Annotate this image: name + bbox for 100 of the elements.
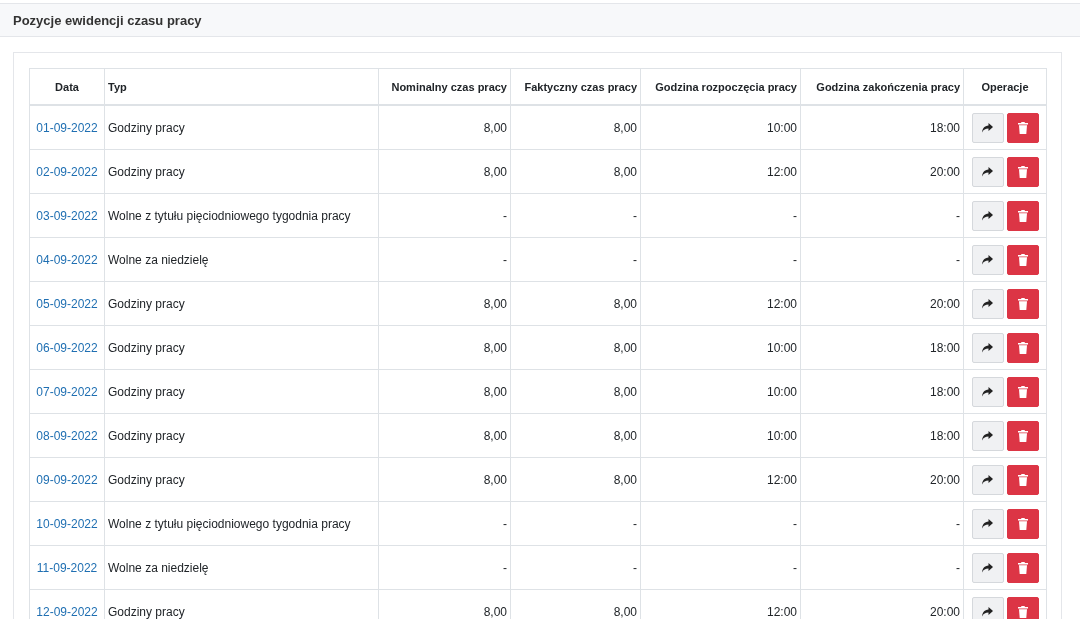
table-cell: - bbox=[510, 501, 641, 546]
table-cell: - bbox=[510, 193, 641, 238]
table-cell: 8,00 bbox=[378, 369, 511, 414]
table-cell: 8,00 bbox=[510, 325, 641, 370]
table-cell: 10:00 bbox=[640, 369, 801, 414]
trash-icon bbox=[1017, 253, 1028, 266]
forward-button[interactable] bbox=[971, 244, 1004, 275]
table-cell: 18:00 bbox=[800, 369, 964, 414]
column-header: Godzina rozpoczęcia pracy bbox=[640, 68, 801, 105]
share-arrow-icon bbox=[982, 298, 993, 309]
forward-button[interactable] bbox=[971, 596, 1004, 619]
share-arrow-icon bbox=[982, 122, 993, 133]
share-arrow-icon bbox=[982, 474, 993, 485]
forward-button[interactable] bbox=[971, 156, 1004, 187]
table-cell: - bbox=[378, 501, 511, 546]
date-link[interactable]: 05-09-2022 bbox=[29, 281, 105, 326]
delete-button[interactable] bbox=[1006, 288, 1039, 319]
share-arrow-icon bbox=[982, 430, 993, 441]
forward-button[interactable] bbox=[971, 420, 1004, 451]
table-cell: 8,00 bbox=[510, 457, 641, 502]
table-cell: Wolne za niedzielę bbox=[104, 237, 379, 282]
table-cell: 12:00 bbox=[640, 457, 801, 502]
delete-button[interactable] bbox=[1006, 552, 1039, 583]
table-cell: 8,00 bbox=[510, 149, 641, 194]
table-cell: Godziny pracy bbox=[104, 457, 379, 502]
table-cell: 18:00 bbox=[800, 105, 964, 150]
column-header: Nominalny czas pracy bbox=[378, 68, 511, 105]
delete-button[interactable] bbox=[1006, 376, 1039, 407]
table-cell: 8,00 bbox=[378, 413, 511, 458]
table-cell: Godziny pracy bbox=[104, 105, 379, 150]
table-cell: 8,00 bbox=[378, 149, 511, 194]
delete-button[interactable] bbox=[1006, 420, 1039, 451]
forward-button[interactable] bbox=[971, 376, 1004, 407]
trash-icon bbox=[1017, 165, 1028, 178]
share-arrow-icon bbox=[982, 166, 993, 177]
table-cell: Godziny pracy bbox=[104, 369, 379, 414]
table-cell: Godziny pracy bbox=[104, 325, 379, 370]
date-link[interactable]: 11-09-2022 bbox=[29, 545, 105, 590]
table-cell: 10:00 bbox=[640, 413, 801, 458]
table-cell: - bbox=[640, 501, 801, 546]
trash-icon bbox=[1017, 121, 1028, 134]
table-cell: 18:00 bbox=[800, 413, 964, 458]
forward-button[interactable] bbox=[971, 288, 1004, 319]
table-cell: - bbox=[640, 545, 801, 590]
table-cell: - bbox=[800, 193, 964, 238]
delete-button[interactable] bbox=[1006, 112, 1039, 143]
date-link[interactable]: 01-09-2022 bbox=[29, 105, 105, 150]
forward-button[interactable] bbox=[971, 332, 1004, 363]
trash-icon bbox=[1017, 561, 1028, 574]
table-cell: 8,00 bbox=[510, 281, 641, 326]
column-header: Faktyczny czas pracy bbox=[510, 68, 641, 105]
panel-title: Pozycje ewidencji czasu pracy bbox=[13, 12, 202, 28]
table-cell: Wolne za niedzielę bbox=[104, 545, 379, 590]
share-arrow-icon bbox=[982, 342, 993, 353]
date-link[interactable]: 08-09-2022 bbox=[29, 413, 105, 458]
table-cell: 20:00 bbox=[800, 457, 964, 502]
trash-icon bbox=[1017, 385, 1028, 398]
table-cell: 8,00 bbox=[378, 457, 511, 502]
delete-button[interactable] bbox=[1006, 200, 1039, 231]
date-link[interactable]: 12-09-2022 bbox=[29, 589, 105, 619]
delete-button[interactable] bbox=[1006, 508, 1039, 539]
column-header: Typ bbox=[104, 68, 379, 105]
delete-button[interactable] bbox=[1006, 244, 1039, 275]
date-link[interactable]: 04-09-2022 bbox=[29, 237, 105, 282]
trash-icon bbox=[1017, 429, 1028, 442]
delete-button[interactable] bbox=[1006, 596, 1039, 619]
date-link[interactable]: 03-09-2022 bbox=[29, 193, 105, 238]
table-cell: 20:00 bbox=[800, 149, 964, 194]
column-header: Operacje bbox=[963, 68, 1047, 105]
forward-button[interactable] bbox=[971, 464, 1004, 495]
table-cell: 12:00 bbox=[640, 281, 801, 326]
trash-icon bbox=[1017, 605, 1028, 618]
column-header: Godzina zakończenia pracy bbox=[800, 68, 964, 105]
forward-button[interactable] bbox=[971, 552, 1004, 583]
share-arrow-icon bbox=[982, 210, 993, 221]
forward-button[interactable] bbox=[971, 200, 1004, 231]
forward-button[interactable] bbox=[971, 508, 1004, 539]
delete-button[interactable] bbox=[1006, 156, 1039, 187]
table-cell: 10:00 bbox=[640, 105, 801, 150]
table-cell: 10:00 bbox=[640, 325, 801, 370]
date-link[interactable]: 09-09-2022 bbox=[29, 457, 105, 502]
delete-button[interactable] bbox=[1006, 464, 1039, 495]
date-link[interactable]: 02-09-2022 bbox=[29, 149, 105, 194]
date-link[interactable]: 06-09-2022 bbox=[29, 325, 105, 370]
table-cell: - bbox=[510, 237, 641, 282]
table-cell: - bbox=[640, 237, 801, 282]
date-link[interactable]: 07-09-2022 bbox=[29, 369, 105, 414]
table-cell: 8,00 bbox=[510, 413, 641, 458]
share-arrow-icon bbox=[982, 254, 993, 265]
table-cell: Godziny pracy bbox=[104, 281, 379, 326]
table-cell: - bbox=[800, 237, 964, 282]
delete-button[interactable] bbox=[1006, 332, 1039, 363]
trash-icon bbox=[1017, 341, 1028, 354]
trash-icon bbox=[1017, 209, 1028, 222]
forward-button[interactable] bbox=[971, 112, 1004, 143]
table-cell: 8,00 bbox=[378, 281, 511, 326]
share-arrow-icon bbox=[982, 518, 993, 529]
share-arrow-icon bbox=[982, 386, 993, 397]
table-cell: 18:00 bbox=[800, 325, 964, 370]
date-link[interactable]: 10-09-2022 bbox=[29, 501, 105, 546]
